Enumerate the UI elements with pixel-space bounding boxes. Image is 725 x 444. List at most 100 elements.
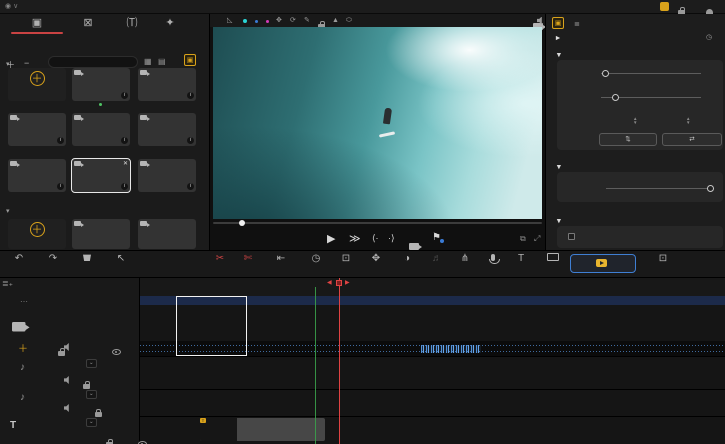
clock-icon[interactable]: ◷ — [706, 33, 712, 41]
info-icon[interactable]: i — [57, 183, 64, 190]
rotate-slider[interactable] — [601, 73, 701, 74]
fold-all-button[interactable]: ≣ — [574, 20, 580, 28]
mask-icon[interactable]: ⬭ — [346, 16, 352, 25]
playhead-handle[interactable] — [336, 280, 342, 286]
lock-track-icon[interactable] — [58, 351, 65, 356]
subtitle-clip[interactable]: T — [200, 418, 325, 441]
info-icon[interactable]: i — [57, 137, 64, 144]
grid-view-icon[interactable]: ▦ — [144, 57, 152, 66]
opacity-section-header[interactable]: ▾ — [557, 162, 561, 171]
hide-track-icon[interactable] — [112, 349, 121, 355]
seek-bar[interactable] — [213, 222, 542, 224]
mute-track-icon[interactable] — [64, 376, 72, 384]
playhead-left-handle[interactable]: ◀ — [327, 280, 332, 287]
tab-effects[interactable]: ✦ — [144, 17, 196, 30]
magenta-marker-icon[interactable] — [266, 20, 269, 23]
scale-knob[interactable] — [612, 94, 619, 101]
time-duration-row[interactable]: ▸ — [556, 33, 560, 42]
add-clip-icon[interactable]: ＋ — [18, 340, 28, 355]
info-icon[interactable]: i — [121, 183, 128, 190]
playhead[interactable] — [339, 278, 340, 444]
media-item[interactable]: i — [138, 68, 196, 101]
transform-section-header[interactable]: ▾ — [557, 50, 561, 59]
play-button[interactable]: ▶ — [327, 232, 335, 245]
media-item[interactable]: i — [8, 159, 66, 192]
step-back-icon[interactable]: ⟨· — [372, 233, 379, 244]
blue-marker-icon[interactable] — [255, 20, 258, 23]
delete-button[interactable] — [72, 253, 102, 265]
video-frame[interactable] — [213, 27, 542, 219]
opacity-badge[interactable]: ⌄ — [86, 418, 97, 427]
fit-size-button[interactable]: ⊡ — [648, 253, 678, 265]
tab-media-library[interactable]: ▣ — [11, 17, 63, 34]
info-icon[interactable]: i — [187, 137, 194, 144]
close-icon[interactable]: ✕ — [123, 160, 128, 167]
step-forward-icon[interactable]: ·⟩ — [388, 233, 395, 244]
opacity-knob[interactable] — [707, 185, 714, 192]
media-item[interactable] — [72, 219, 130, 249]
record-button[interactable] — [478, 253, 508, 265]
search-input[interactable] — [48, 56, 138, 68]
x-stepper[interactable]: ▲▼ — [633, 117, 637, 125]
horizontal-flip-button[interactable]: ⇄ — [662, 133, 722, 146]
lock-track-icon[interactable] — [83, 384, 90, 389]
playhead-right-handle[interactable]: ▶ — [345, 280, 350, 287]
snapshot-button[interactable] — [409, 243, 419, 250]
info-icon[interactable]: i — [187, 92, 194, 99]
media-item[interactable]: i — [72, 68, 130, 101]
lens-section-header[interactable]: ▾ — [557, 216, 561, 225]
fullscreen-icon[interactable]: ⤢ — [534, 234, 540, 244]
lens-correction-checkbox[interactable] — [568, 233, 575, 240]
pen-tool-icon[interactable]: ✎ — [304, 16, 310, 25]
motion-button[interactable]: ✥ — [361, 253, 391, 265]
lock-track-icon[interactable] — [95, 412, 102, 417]
undo-button[interactable]: ↶ — [4, 253, 34, 265]
info-icon[interactable]: i — [121, 137, 128, 144]
media-item[interactable]: i — [138, 113, 196, 146]
account-badge-icon[interactable] — [660, 2, 669, 11]
media-item[interactable] — [138, 219, 196, 249]
add-picture-tile[interactable]: ＋ — [8, 219, 66, 249]
media-item[interactable]: i — [138, 159, 196, 192]
cyan-marker-icon[interactable] — [243, 19, 247, 23]
media-item[interactable]: i — [72, 113, 130, 146]
rotate-tool-icon[interactable]: ⟳ — [290, 16, 296, 25]
ripple-edit-button[interactable]: ⇤ — [263, 253, 299, 265]
list-view-icon[interactable]: ▤ — [158, 57, 166, 66]
mute-track-icon[interactable] — [64, 343, 72, 351]
mark-in-out-button[interactable]: ⚑ — [432, 232, 441, 243]
redo-button[interactable]: ↷ — [38, 253, 68, 265]
panel-toggle-icon[interactable]: ▣ — [184, 54, 196, 66]
opacity-slider[interactable] — [606, 188, 714, 189]
mountain-icon[interactable]: ▲ — [332, 16, 339, 25]
mute-track-icon[interactable] — [64, 404, 72, 412]
resolution-button[interactable] — [538, 253, 568, 265]
add-video-tile[interactable]: ＋ — [8, 68, 66, 101]
volume-badge[interactable]: ⌄ — [86, 359, 97, 368]
play-speed-button[interactable]: ≫ — [349, 232, 361, 245]
y-stepper[interactable]: ▲▼ — [686, 117, 690, 125]
text-button[interactable]: T — [506, 253, 536, 265]
pan-tool-icon[interactable]: ✥ — [276, 16, 282, 25]
info-icon[interactable]: i — [187, 183, 194, 190]
rotate-knob[interactable] — [602, 70, 609, 77]
vertical-flip-button[interactable]: ⇅ — [599, 133, 657, 146]
seek-handle[interactable] — [239, 220, 245, 226]
color-button[interactable]: ◑ — [392, 253, 422, 265]
picture-section-header[interactable]: ▾ — [6, 207, 10, 215]
split-all-button[interactable]: ✄ — [233, 253, 263, 265]
media-item-selected[interactable]: ✕i — [72, 159, 130, 192]
remove-media-button[interactable]: − — [24, 58, 29, 68]
info-icon[interactable]: i — [121, 92, 128, 99]
crop-button[interactable]: ⊡ — [331, 253, 361, 265]
detach-button[interactable]: ⋔ — [450, 253, 480, 265]
timeline-ruler[interactable] — [140, 278, 725, 296]
selected-clip-frame[interactable] — [176, 296, 247, 356]
copy-icon[interactable]: ⧉ — [520, 234, 526, 244]
export-button[interactable] — [570, 254, 636, 273]
volume-badge[interactable]: ⌄ — [86, 390, 97, 399]
project-menu[interactable]: ◉ ∨ — [5, 2, 18, 10]
split-button[interactable]: ✂ — [205, 253, 235, 265]
video-section-header[interactable]: ▾ — [6, 60, 10, 68]
scale-slider[interactable] — [601, 97, 701, 98]
